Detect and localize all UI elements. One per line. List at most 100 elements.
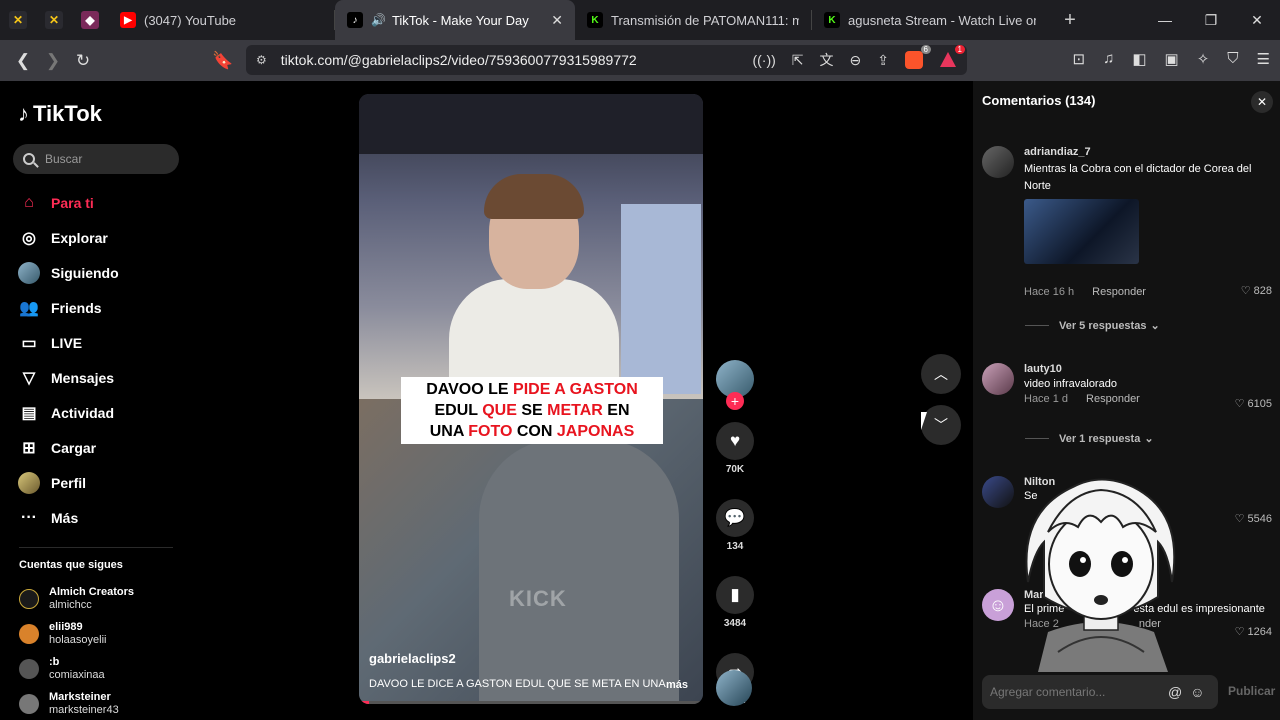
comment-like[interactable]: ♡ 5546 — [1235, 512, 1272, 525]
video-author[interactable]: gabrielaclips2 — [369, 651, 456, 666]
account-handle: almichcc — [49, 598, 92, 611]
comment-like[interactable]: ♡ 1264 — [1235, 625, 1272, 638]
nav-item-friends[interactable]: 👥 Friends — [18, 290, 119, 325]
minimize-icon[interactable]: — — [1142, 12, 1188, 29]
post-comment-button[interactable]: Publicar — [1228, 684, 1275, 698]
close-comments-button[interactable]: ✕ — [1251, 91, 1273, 113]
zoom-icon[interactable]: ⊖ — [850, 52, 862, 69]
share-icon[interactable]: ⇪ — [877, 52, 889, 69]
comment-action[interactable]: 💬 134 — [716, 499, 754, 552]
comment-user[interactable]: lauty10 — [1024, 363, 1272, 375]
following-account[interactable]: elii989 holaasoyelii — [19, 616, 134, 651]
leo-ai-icon[interactable]: ✧ — [1197, 50, 1210, 68]
brave-shields-icon[interactable]: 6 — [905, 45, 931, 69]
nav-item-explorar[interactable]: ◎ Explorar — [18, 220, 119, 255]
reply-button[interactable]: Responder — [1092, 286, 1146, 298]
comment-like[interactable]: ♡ 6105 — [1235, 397, 1272, 410]
back-button[interactable]: ❮ — [8, 51, 38, 71]
like-action[interactable]: ♥ 70K — [716, 422, 754, 475]
next-video-button[interactable]: ﹀ — [921, 405, 961, 445]
previous-video-button[interactable]: ︿ — [921, 354, 961, 394]
open-external-icon[interactable]: ⇱ — [792, 52, 804, 69]
avatar[interactable] — [982, 476, 1014, 508]
send-icon: ▽ — [22, 369, 36, 387]
tiktok-logo[interactable]: ♪ TikTok — [18, 101, 102, 127]
creator-avatar[interactable]: + — [716, 360, 754, 410]
caption-text: EDUL — [434, 402, 478, 419]
restore-icon[interactable]: ❐ — [1188, 12, 1234, 29]
search-bar[interactable] — [13, 144, 179, 174]
site-info-icon[interactable]: ⚙ — [256, 53, 267, 67]
video-progress-bar[interactable] — [359, 701, 703, 704]
menu-icon[interactable]: ☰ — [1257, 50, 1270, 68]
vpn-icon[interactable]: ⛉ — [1227, 50, 1238, 68]
nav-item-perfil[interactable]: Perfil — [18, 465, 119, 500]
brave-rewards-icon[interactable]: 1 — [939, 45, 965, 69]
comment-input[interactable] — [990, 685, 1160, 699]
translate-icon[interactable]: 文 — [820, 50, 834, 70]
nav-item-para-ti[interactable]: ⌂ Para ti — [18, 185, 119, 220]
close-window-icon[interactable]: ✕ — [1234, 12, 1280, 29]
logo-text: TikTok — [33, 101, 102, 126]
address-bar[interactable]: ⚙ tiktok.com/@gabrielaclips2/video/75936… — [246, 45, 967, 75]
tab-kick-agusneta[interactable]: K agusneta Stream - Watch Live on Ki — [812, 0, 1048, 40]
url-text[interactable]: tiktok.com/@gabrielaclips2/video/7593600… — [281, 52, 637, 68]
view-replies-button[interactable]: Ver 5 respuestas ⌄ — [1025, 319, 1160, 332]
heart-icon[interactable]: ♥ — [716, 422, 754, 460]
tab-search-icon[interactable]: ⊡ — [1073, 50, 1086, 68]
main-nav: ⌂ Para ti ◎ Explorar Siguiendo 👥 Friends… — [18, 185, 119, 535]
following-account[interactable]: Almich Creators almichcc — [19, 581, 134, 616]
bookmark-icon[interactable]: ▮ — [716, 576, 754, 614]
following-account[interactable]: :b comiaxinaa — [19, 651, 134, 686]
close-tab-icon[interactable]: ✕ — [551, 12, 563, 29]
pinned-tab-2[interactable]: ✕ — [36, 0, 72, 40]
tiktok-sidebar: ♪ TikTok ⌂ Para ti ◎ Explorar Siguiendo … — [0, 81, 200, 720]
nav-item-live[interactable]: ▭ LIVE — [18, 325, 119, 360]
music-disc[interactable] — [716, 670, 752, 706]
nav-label: LIVE — [51, 334, 83, 351]
heart-outline-icon: ♡ — [1234, 513, 1245, 525]
nav-item-siguiendo[interactable]: Siguiendo — [18, 255, 119, 290]
comment-input-box[interactable]: @ ☺ — [982, 675, 1218, 709]
wallet-icon[interactable]: ▣ — [1165, 50, 1179, 68]
tab-tiktok[interactable]: ♪ 🔊 TikTok - Make Your Day ✕ — [335, 0, 575, 40]
pinned-tab-3[interactable]: ◆ — [72, 0, 108, 40]
search-input[interactable] — [45, 152, 165, 166]
view-replies-button[interactable]: Ver 1 respuesta ⌄ — [1025, 432, 1154, 445]
avatar[interactable] — [982, 146, 1014, 178]
compass-icon: ◎ — [22, 229, 36, 247]
comment-image[interactable] — [1024, 199, 1139, 264]
reload-button[interactable]: ↻ — [68, 51, 98, 71]
reply-button[interactable]: Responder — [1086, 393, 1140, 405]
tab-kick-patoman[interactable]: K Transmisión de PATOMAN111: míral — [575, 0, 811, 40]
following-account[interactable]: Marksteiner marksteiner43 — [19, 686, 134, 720]
comment-body: adriandiaz_7 Mientras la Cobra con el di… — [1024, 146, 1272, 298]
pinned-tab-1[interactable]: ✕ — [0, 0, 36, 40]
video-player[interactable]: DAVOO LE PIDE A GASTON EDUL QUE SE METAR… — [359, 94, 703, 704]
tab-youtube[interactable]: ▶ (3047) YouTube — [108, 0, 334, 40]
comment-like[interactable]: ♡ 828 — [1241, 284, 1272, 297]
nav-item-mas[interactable]: ··· Más — [18, 500, 119, 535]
new-tab-button[interactable]: + — [1054, 9, 1086, 32]
nav-item-mensajes[interactable]: ▽ Mensajes — [18, 360, 119, 395]
browser-right-tools: ⊡ ♫ ◧ ▣ ✧ ⛉ ☰ — [1073, 50, 1271, 68]
avatar[interactable] — [982, 363, 1014, 395]
follow-button[interactable]: + — [726, 392, 744, 410]
cast-icon[interactable]: ((·)) — [752, 52, 775, 68]
sidebar-toggle-icon[interactable]: ◧ — [1132, 50, 1146, 68]
avatar[interactable]: ☺ — [982, 589, 1014, 621]
more-button[interactable]: más — [666, 679, 688, 691]
bookmark-icon[interactable]: 🔖 — [208, 51, 238, 71]
forward-button[interactable]: ❯ — [38, 51, 68, 71]
mention-icon[interactable]: @ — [1168, 684, 1182, 700]
media-icon[interactable]: ♫ — [1103, 50, 1114, 68]
comment-item: lauty10 video infravalorado Hace 1 d Res… — [982, 363, 1272, 413]
nav-item-cargar[interactable]: ⊞ Cargar — [18, 430, 119, 465]
nav-item-actividad[interactable]: ▤ Actividad — [18, 395, 119, 430]
pinned-app-icon: ✕ — [9, 11, 27, 29]
comment-icon[interactable]: 💬 — [716, 499, 754, 537]
comment-user[interactable]: adriandiaz_7 — [1024, 146, 1272, 158]
comment-time: Hace 1 d — [1024, 393, 1069, 405]
save-action[interactable]: ▮ 3484 — [716, 576, 754, 629]
emoji-icon[interactable]: ☺ — [1190, 684, 1204, 700]
